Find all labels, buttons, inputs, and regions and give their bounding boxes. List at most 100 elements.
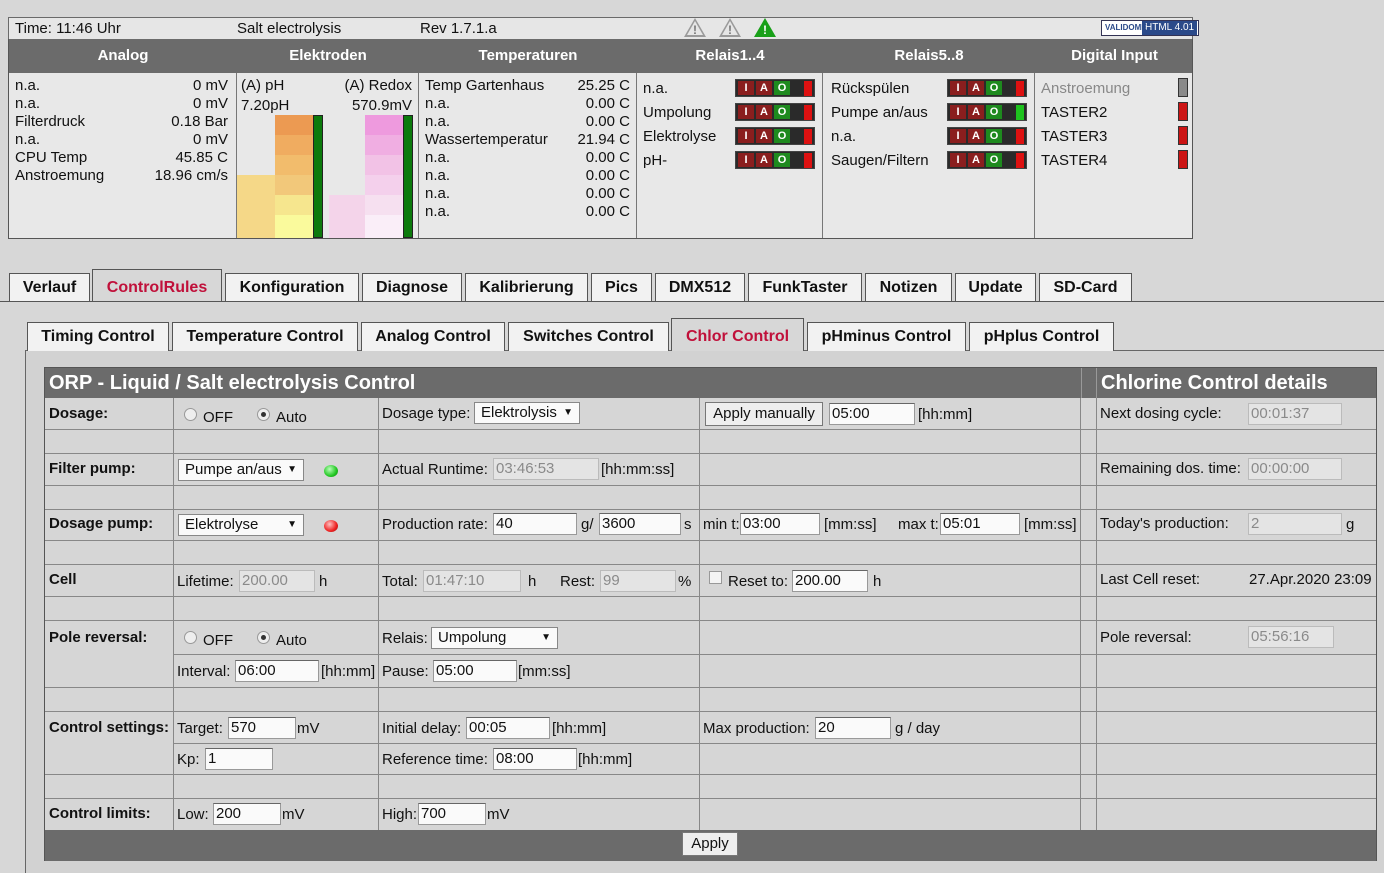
subtab-phminus[interactable]: pHminus Control — [807, 322, 966, 351]
production-seconds-input[interactable]: 3600 — [599, 513, 681, 535]
relay-switch[interactable]: IAO — [947, 79, 1027, 97]
todays-production-unit: g — [1346, 516, 1355, 533]
initial-delay-input[interactable]: 00:05 — [466, 717, 550, 739]
apply-button[interactable]: Apply — [682, 832, 738, 856]
reference-time-input[interactable]: 08:00 — [493, 748, 577, 770]
dosage-pump-label: Dosage pump: — [49, 515, 154, 532]
tab-diagnose[interactable]: Diagnose — [362, 273, 462, 302]
reset-label: Reset to: — [728, 573, 789, 590]
dosage-type-select[interactable]: Elektrolysis ▼ — [474, 402, 580, 424]
rest-unit: % — [678, 573, 692, 590]
analog-value: 0.18 Bar — [171, 113, 228, 130]
last-reset-label: Last Cell reset: — [1100, 571, 1201, 588]
dosage-pump-status-led — [324, 520, 338, 532]
relais-label: Relais: — [382, 630, 428, 647]
relay-switch[interactable]: IAO — [947, 103, 1027, 121]
tab-kalibrierung[interactable]: Kalibrierung — [465, 273, 588, 302]
subtab-analog[interactable]: Analog Control — [361, 322, 505, 351]
dosage-auto-radio[interactable] — [257, 408, 270, 421]
pole-auto-radio[interactable] — [257, 631, 270, 644]
kp-input[interactable]: 1 — [205, 748, 273, 770]
production-seconds-unit: s — [684, 516, 692, 533]
tab-controlrules[interactable]: ControlRules — [92, 269, 222, 302]
tab-verlauf[interactable]: Verlauf — [9, 273, 90, 302]
digital-indicator — [1178, 126, 1188, 145]
relay-switch[interactable]: IAO — [735, 79, 815, 97]
temp-label: n.a. — [425, 149, 451, 166]
high-unit: mV — [487, 806, 510, 823]
subtab-phplus[interactable]: pHplus Control — [969, 322, 1114, 351]
relay-label: Rückspülen — [831, 80, 910, 97]
pause-input[interactable]: 05:00 — [433, 660, 517, 682]
reset-checkbox[interactable] — [709, 571, 722, 584]
relay-label: n.a. — [831, 128, 857, 145]
tab-sd-card[interactable]: SD-Card — [1039, 273, 1132, 302]
temp-label: n.a. — [425, 203, 451, 220]
tab-dmx512[interactable]: DMX512 — [655, 273, 745, 302]
analog-value: 0 mV — [192, 131, 228, 148]
relay-switch[interactable]: IAO — [735, 103, 815, 121]
target-input[interactable]: 570 — [228, 717, 296, 739]
subtab-switches[interactable]: Switches Control — [508, 322, 669, 351]
pole-off-radio[interactable] — [184, 631, 197, 644]
max-time-input[interactable]: 05:01 — [940, 513, 1020, 535]
redox-value: 570.9mV — [351, 97, 412, 114]
status-bar: Time: 11:46 Uhr Salt electrolysis Rev 1.… — [8, 17, 1199, 39]
low-label: Low: — [177, 806, 209, 823]
pause-label: Pause: — [382, 663, 429, 680]
relais-select[interactable]: Umpolung ▼ — [431, 627, 558, 649]
manual-time-input[interactable]: 05:00 — [829, 403, 915, 425]
tab-pics[interactable]: Pics — [591, 273, 652, 302]
temp-label: Temp Gartenhaus — [425, 77, 545, 94]
tab-konfiguration[interactable]: Konfiguration — [225, 273, 359, 302]
production-rate-input[interactable]: 40 — [493, 513, 577, 535]
tab-notizen[interactable]: Notizen — [865, 273, 952, 302]
max-production-input[interactable]: 20 — [815, 717, 891, 739]
relay-switch[interactable]: IAO — [947, 127, 1027, 145]
dosage-off-radio[interactable] — [184, 408, 197, 421]
temp-value: 0.00 C — [585, 149, 630, 166]
subtab-timing[interactable]: Timing Control — [27, 322, 169, 351]
filter-pump-status-led — [324, 465, 338, 477]
validation-badge[interactable]: VALIDOME HTML 4.01 — [1101, 20, 1199, 36]
production-rate-label: Production rate: — [382, 516, 488, 533]
temp-label: n.a. — [425, 113, 451, 130]
total-value: 01:47:10 — [423, 570, 521, 592]
temp-value: 21.94 C — [577, 131, 630, 148]
electrode-column: (A) pH 7.20pH (A) Redox 570.9mV — [237, 73, 419, 238]
reset-value-input[interactable]: 200.00 — [792, 570, 868, 592]
digital-indicator — [1178, 150, 1188, 169]
tab-funktaster[interactable]: FunkTaster — [748, 273, 862, 302]
next-dosing-label: Next dosing cycle: — [1100, 405, 1222, 422]
temp-value: 0.00 C — [585, 203, 630, 220]
relay-switch[interactable]: IAO — [947, 151, 1027, 169]
header-digital: Digital Input — [1071, 47, 1158, 64]
interval-input[interactable]: 06:00 — [235, 660, 319, 682]
max-production-unit: g / day — [895, 720, 941, 737]
target-unit: mV — [297, 720, 320, 737]
tab-update[interactable]: Update — [955, 273, 1036, 302]
min-time-input[interactable]: 03:00 — [740, 513, 820, 535]
digital-label: TASTER4 — [1041, 152, 1108, 169]
control-settings-label: Control settings: — [49, 719, 169, 736]
relay-switch[interactable]: IAO — [735, 151, 815, 169]
high-input[interactable]: 700 — [418, 803, 486, 825]
temp-label: n.a. — [425, 167, 451, 184]
filter-pump-select[interactable]: Pumpe an/aus ▼ — [178, 459, 304, 481]
min-time-unit: [mm:ss] — [824, 516, 877, 533]
dosage-off-label: OFF — [203, 409, 233, 426]
low-input[interactable]: 200 — [213, 803, 281, 825]
apply-manually-button[interactable]: Apply manually — [705, 402, 823, 426]
relay-label: Umpolung — [643, 104, 712, 121]
total-label: Total: — [382, 573, 418, 590]
tab-divider — [0, 301, 1384, 302]
dosage-pump-select[interactable]: Elektrolyse ▼ — [178, 514, 304, 536]
subtab-chlor[interactable]: Chlor Control — [671, 318, 804, 351]
relay-label: n.a. — [643, 80, 669, 97]
relay-switch[interactable]: IAO — [735, 127, 815, 145]
subtab-temperature[interactable]: Temperature Control — [172, 322, 358, 351]
panel-header: Analog Elektroden Temperaturen Relais1..… — [8, 39, 1193, 73]
digital-indicator — [1178, 78, 1188, 97]
pause-unit: [mm:ss] — [518, 663, 571, 680]
analog-label: Anstroemung — [15, 167, 105, 184]
